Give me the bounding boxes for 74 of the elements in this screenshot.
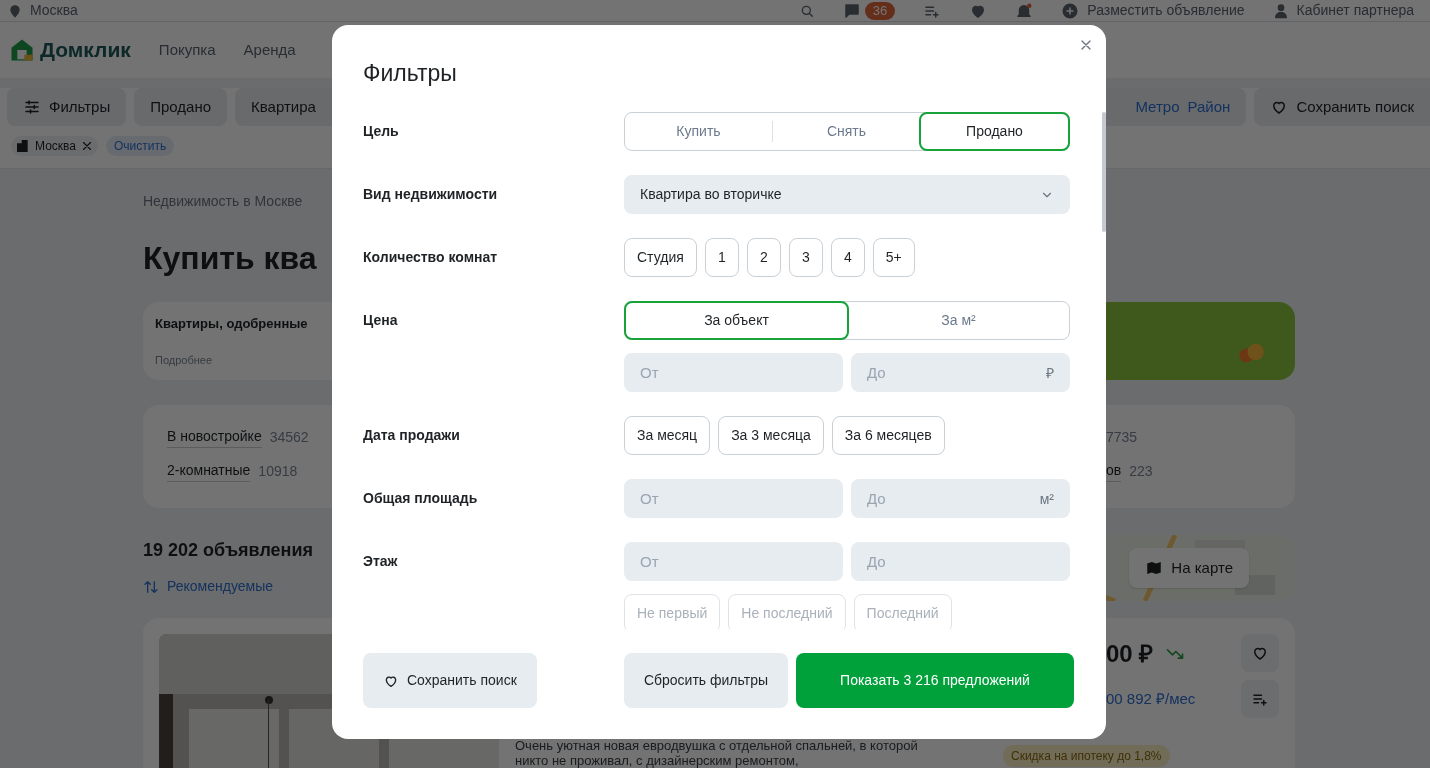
segment-tab[interactable]: Продано xyxy=(919,112,1070,151)
favorite-button[interactable] xyxy=(1241,634,1279,672)
save-search-button[interactable]: Сохранить поиск xyxy=(363,653,537,708)
option-chip[interactable]: 2 xyxy=(746,238,781,277)
field-label: Общая площадь xyxy=(363,489,479,508)
input-field[interactable]: От xyxy=(624,542,843,581)
sort-arrows-icon xyxy=(143,578,159,595)
scrollbar-thumb[interactable] xyxy=(1102,112,1106,232)
chat-icon xyxy=(842,1,861,20)
results-count: 19 202 объявления xyxy=(143,539,314,562)
field-label: Этаж xyxy=(363,552,399,571)
unit-label: м² xyxy=(1039,490,1054,509)
segment-tab[interactable]: За объект xyxy=(624,301,849,340)
listing-count: 10918 xyxy=(258,461,298,481)
city-tag[interactable]: Москва xyxy=(11,136,98,156)
segment-tab[interactable]: Купить xyxy=(625,113,772,150)
details-link[interactable]: Подробнее xyxy=(155,351,213,368)
field-label: Цена xyxy=(363,311,399,330)
listing-count: 223 xyxy=(1129,461,1153,481)
person-icon xyxy=(1272,2,1289,19)
location-pin-icon xyxy=(8,3,22,18)
buildings-icon xyxy=(15,138,31,154)
listing-price: 00 ₽ xyxy=(1106,639,1154,669)
breadcrumb-link[interactable]: Недвижимость в Москве xyxy=(143,191,303,212)
input-field[interactable]: От xyxy=(624,353,843,392)
promo-title: Квартиры, одобренные xyxy=(155,315,308,333)
option-chip[interactable]: За 6 месяцев xyxy=(831,416,945,455)
field-label: Количество комнат xyxy=(363,248,499,267)
monthly-payment: 00 892 ₽/мес xyxy=(1106,689,1197,709)
clear-tags-button[interactable]: Очистить xyxy=(105,136,175,156)
listing-count: 34562 xyxy=(269,427,309,447)
option-chip[interactable]: 1 xyxy=(704,238,739,277)
property-type-select[interactable]: Квартира во вторичке xyxy=(624,175,1070,214)
district-link[interactable]: Район xyxy=(1187,95,1231,119)
page-heading: Купить ква xyxy=(143,239,317,278)
show-results-button[interactable]: Показать 3 216 предложений xyxy=(796,653,1074,708)
segment-tab[interactable]: Снять xyxy=(772,121,920,142)
option-chip[interactable]: За месяц xyxy=(624,416,711,455)
segment-tab[interactable]: За м² xyxy=(848,302,1069,339)
filter-chip[interactable]: Продано xyxy=(134,88,228,126)
reset-filters-button[interactable]: Сбросить фильтры xyxy=(623,653,788,708)
option-chip[interactable]: 3 xyxy=(788,238,823,277)
option-chip[interactable]: 4 xyxy=(830,238,865,277)
field-label: Цель xyxy=(363,122,400,141)
map-button[interactable]: На карте xyxy=(1129,548,1249,588)
listing-count: 7735 xyxy=(1106,427,1138,447)
logo-text[interactable]: Домклик xyxy=(40,34,131,66)
count-badge: 36 xyxy=(864,1,896,20)
map-icon xyxy=(1145,559,1164,577)
quick-link[interactable]: 2-комнатные xyxy=(167,460,251,482)
discount-badge: Скидка на ипотеку до 1,8% xyxy=(1003,744,1170,767)
option-chip[interactable]: За 3 месяца xyxy=(718,416,824,455)
sliders-icon xyxy=(23,98,41,116)
bell-icon xyxy=(1015,1,1034,20)
unit-label: ₽ xyxy=(1046,364,1054,383)
nav-link[interactable]: Аренда xyxy=(243,38,296,62)
option-chip[interactable]: Студия xyxy=(624,238,697,277)
location-link[interactable]: Москва xyxy=(30,0,78,21)
field-label: Вид недвижимости xyxy=(363,185,499,204)
nav-link[interactable]: Покупка xyxy=(158,38,216,62)
filters-button[interactable]: Фильтры xyxy=(7,88,127,126)
sort-link[interactable]: Рекомендуемые xyxy=(167,576,273,597)
option-chip[interactable]: 5+ xyxy=(872,238,915,277)
field-label: Дата продажи xyxy=(363,426,461,445)
input-field[interactable]: От xyxy=(624,479,843,518)
quick-link[interactable]: В новостройке xyxy=(167,426,262,448)
dialog-title: Фильтры xyxy=(363,59,457,88)
post-ad-link[interactable]: Разместить объявление xyxy=(1087,0,1245,21)
metro-link[interactable]: Метро xyxy=(1135,95,1180,119)
input-field[interactable]: До xyxy=(851,542,1070,581)
compare-button[interactable] xyxy=(1241,680,1279,718)
partner-cabinet-link[interactable]: Кабинет партнера xyxy=(1296,0,1414,21)
save-search-button[interactable]: Сохранить поиск xyxy=(1254,88,1430,126)
listing-description: Очень уютная новая евродвушка с отдельной спальней, в которой никто не проживал, с дизайнерским ремонтом, xyxy=(515,738,919,768)
